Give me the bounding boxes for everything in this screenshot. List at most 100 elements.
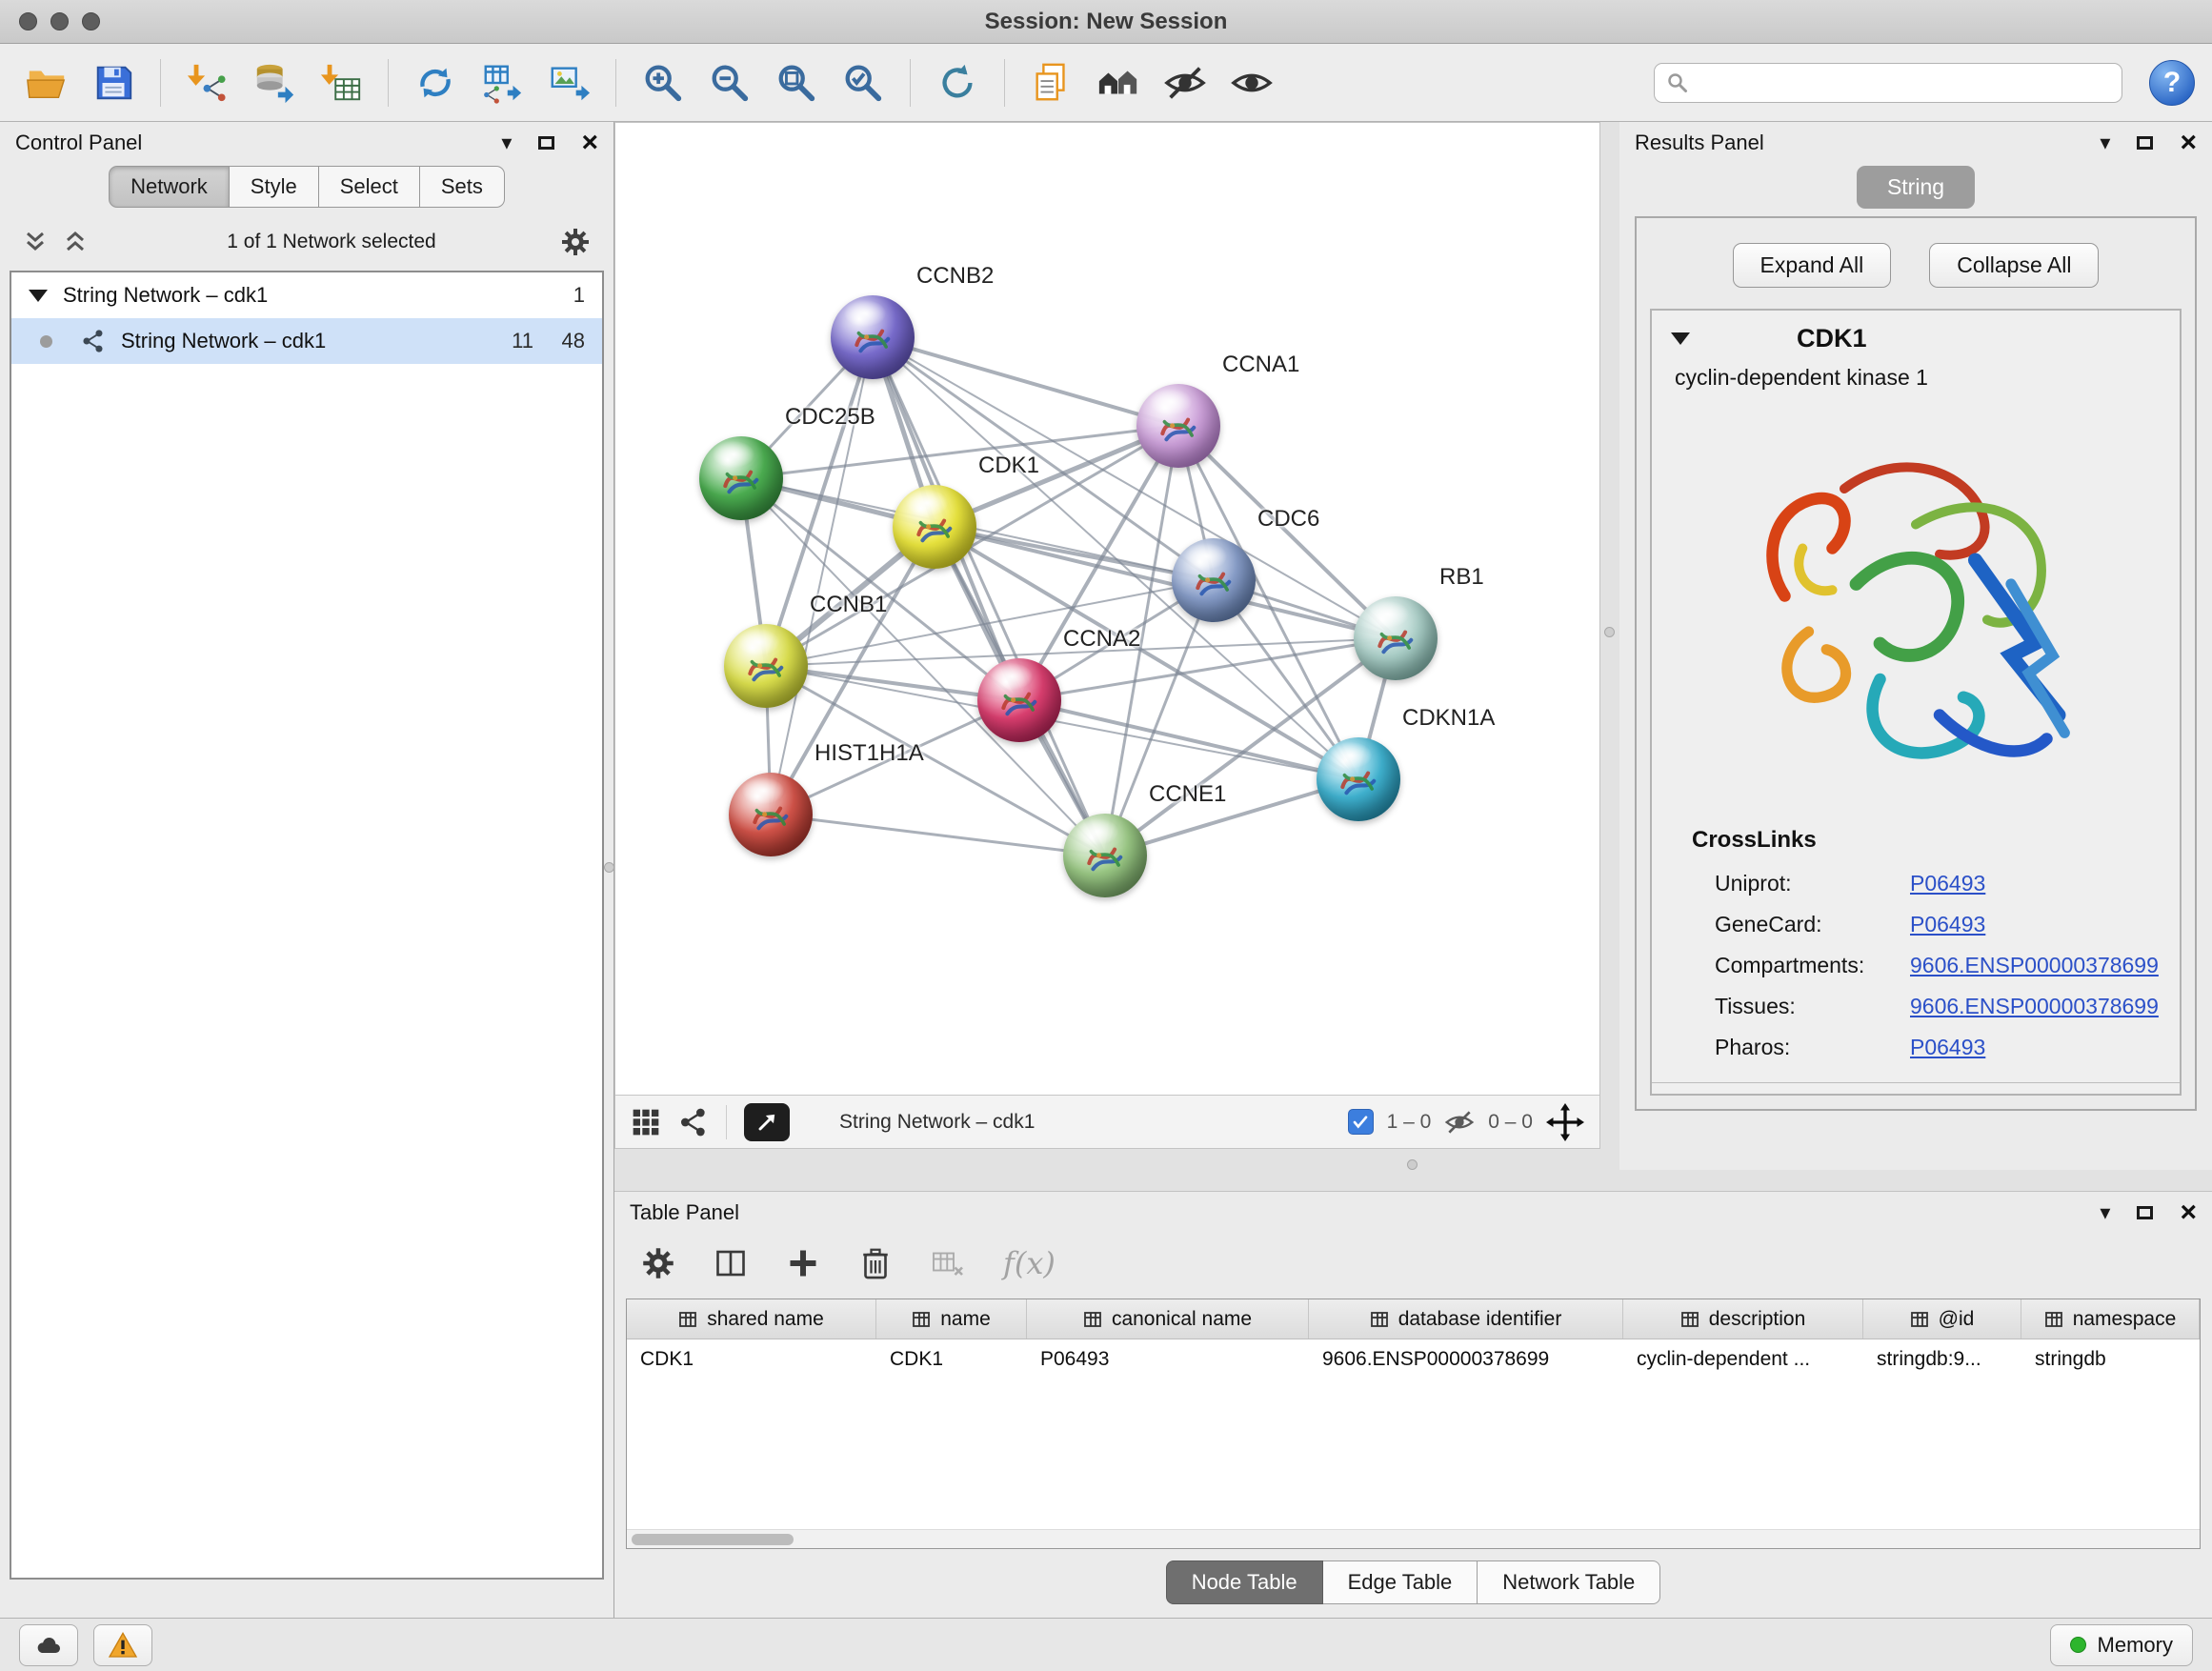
zoom-fit-button[interactable] [767,52,826,113]
zoom-window-button[interactable] [82,12,100,30]
show-columns-icon[interactable] [714,1246,748,1280]
tab-style[interactable]: Style [230,166,319,208]
network-from-table-button[interactable] [473,52,532,113]
panel-close-icon[interactable]: × [2180,129,2197,157]
new-network-button[interactable] [406,52,465,113]
crosslink-link[interactable]: P06493 [1910,1035,1985,1060]
column-header--id[interactable]: @id [1863,1299,2021,1339]
vertical-splitter[interactable] [1600,122,1619,1170]
column-header-canonical-name[interactable]: canonical name [1027,1299,1309,1339]
birds-eye-view-icon[interactable] [631,1107,661,1137]
zoom-in-button[interactable] [633,52,693,113]
open-session-button[interactable] [17,52,76,113]
zoom-out-button[interactable] [700,52,759,113]
column-header-database-identifier[interactable]: database identifier [1309,1299,1623,1339]
crosslink-link[interactable]: 9606.ENSP00000378699 [1910,994,2159,1019]
column-header-description[interactable]: description [1623,1299,1863,1339]
table-cell[interactable]: CDK1 [876,1348,1027,1371]
crosslink-link[interactable]: P06493 [1910,871,1985,896]
panel-float-icon[interactable] [538,136,554,150]
network-overview-button[interactable] [1089,52,1148,113]
network-options-gear-icon[interactable] [560,227,591,257]
network-node-cdk1[interactable] [893,485,976,569]
table-cell[interactable]: cyclin-dependent ... [1623,1348,1863,1371]
show-graphics-details-button[interactable] [1222,52,1281,113]
network-edge-CDK1-RB1[interactable] [935,527,1396,638]
save-session-button[interactable] [84,52,143,113]
table-horizontal-scrollbar[interactable] [627,1529,2200,1548]
table-row[interactable]: CDK1CDK1P064939606.ENSP00000378699cyclin… [627,1339,2200,1379]
panel-menu-icon[interactable]: ▾ [2100,132,2110,153]
network-node-ccnb1[interactable] [724,624,808,708]
export-image-button[interactable] [539,52,598,113]
horizontal-splitter-handle[interactable] [1407,1159,1418,1170]
network-node-ccna1[interactable] [1136,384,1220,468]
search-input[interactable] [1699,71,2110,94]
open-external-icon[interactable] [744,1103,790,1141]
help-button[interactable]: ? [2149,60,2195,106]
table-cell[interactable]: stringdb:9... [1863,1348,2021,1371]
table-settings-gear-icon[interactable] [641,1246,675,1280]
table-cell[interactable]: stringdb [2021,1348,2200,1371]
table-cell[interactable]: 9606.ENSP00000378699 [1309,1348,1623,1371]
table-cell[interactable]: CDK1 [627,1348,876,1371]
network-node-ccnb2[interactable] [831,295,915,379]
crosslink-link[interactable]: P06493 [1910,912,1985,937]
refresh-layout-button[interactable] [928,52,987,113]
panel-float-icon[interactable] [2137,1206,2153,1219]
warnings-button[interactable] [93,1624,152,1666]
import-network-database-button[interactable] [245,52,304,113]
panel-close-icon[interactable]: × [2180,1198,2197,1227]
scrollbar-thumb[interactable] [632,1534,794,1545]
collapse-all-icon[interactable] [23,231,48,253]
left-splitter-handle[interactable] [604,862,614,873]
tab-edge-table[interactable]: Edge Table [1323,1560,1478,1604]
network-row[interactable]: String Network – cdk1 11 48 [11,318,602,364]
network-node-ccna2[interactable] [977,658,1061,742]
collapse-all-button[interactable]: Collapse All [1929,243,2099,288]
column-header-namespace[interactable]: namespace [2021,1299,2200,1339]
panel-close-icon[interactable]: × [581,129,598,157]
network-edge-HIST1H1A-CCNE1[interactable] [771,815,1105,856]
delete-column-icon[interactable] [858,1246,893,1280]
memory-button[interactable]: Memory [2050,1624,2193,1666]
right-splitter-handle[interactable] [1604,627,1615,637]
hidden-eye-slash-icon[interactable] [1444,1107,1475,1137]
table-cell[interactable]: P06493 [1027,1348,1309,1371]
pan-crosshair-icon[interactable] [1546,1103,1584,1141]
network-node-hist1h1a[interactable] [729,773,813,856]
network-node-rb1[interactable] [1354,596,1438,680]
panel-menu-icon[interactable]: ▾ [501,132,512,153]
network-edge-CCNA2-CDKN1A[interactable] [1019,700,1358,779]
network-share-icon[interactable] [678,1107,709,1137]
gene-disclosure-icon[interactable] [1671,332,1690,345]
network-node-cdc6[interactable] [1172,538,1256,622]
collection-disclosure-icon[interactable] [29,290,48,302]
panel-menu-icon[interactable]: ▾ [2100,1202,2110,1223]
import-table-file-button[interactable] [312,52,371,113]
column-header-name[interactable]: name [876,1299,1027,1339]
network-node-cdkn1a[interactable] [1317,737,1400,821]
hide-graphics-details-button[interactable] [1156,52,1215,113]
network-canvas[interactable]: CCNB2CCNA1CDC25BCDK1CDC6RB1CCNB1CCNA2CDK… [615,123,1599,1095]
selected-checkbox-icon[interactable] [1348,1109,1374,1135]
copy-document-button[interactable] [1022,52,1081,113]
network-edge-CCNB2-CCNE1[interactable] [873,337,1105,856]
expand-all-icon[interactable] [63,231,88,253]
network-node-cdc25b[interactable] [699,436,783,520]
network-collection-row[interactable]: String Network – cdk1 1 [11,272,602,318]
tab-string[interactable]: String [1857,166,1975,209]
crosslink-link[interactable]: 9606.ENSP00000378699 [1910,953,2159,978]
tab-network[interactable]: Network [109,166,230,208]
panel-float-icon[interactable] [2137,136,2153,150]
close-window-button[interactable] [19,12,37,30]
add-column-icon[interactable] [786,1246,820,1280]
network-edge-CCNB2-CCNA1[interactable] [873,337,1178,426]
expand-all-button[interactable]: Expand All [1733,243,1892,288]
import-network-file-button[interactable] [178,52,237,113]
network-node-ccne1[interactable] [1063,814,1147,897]
tab-node-table[interactable]: Node Table [1166,1560,1323,1604]
tab-select[interactable]: Select [319,166,420,208]
minimize-window-button[interactable] [50,12,69,30]
zoom-selected-button[interactable] [834,52,893,113]
